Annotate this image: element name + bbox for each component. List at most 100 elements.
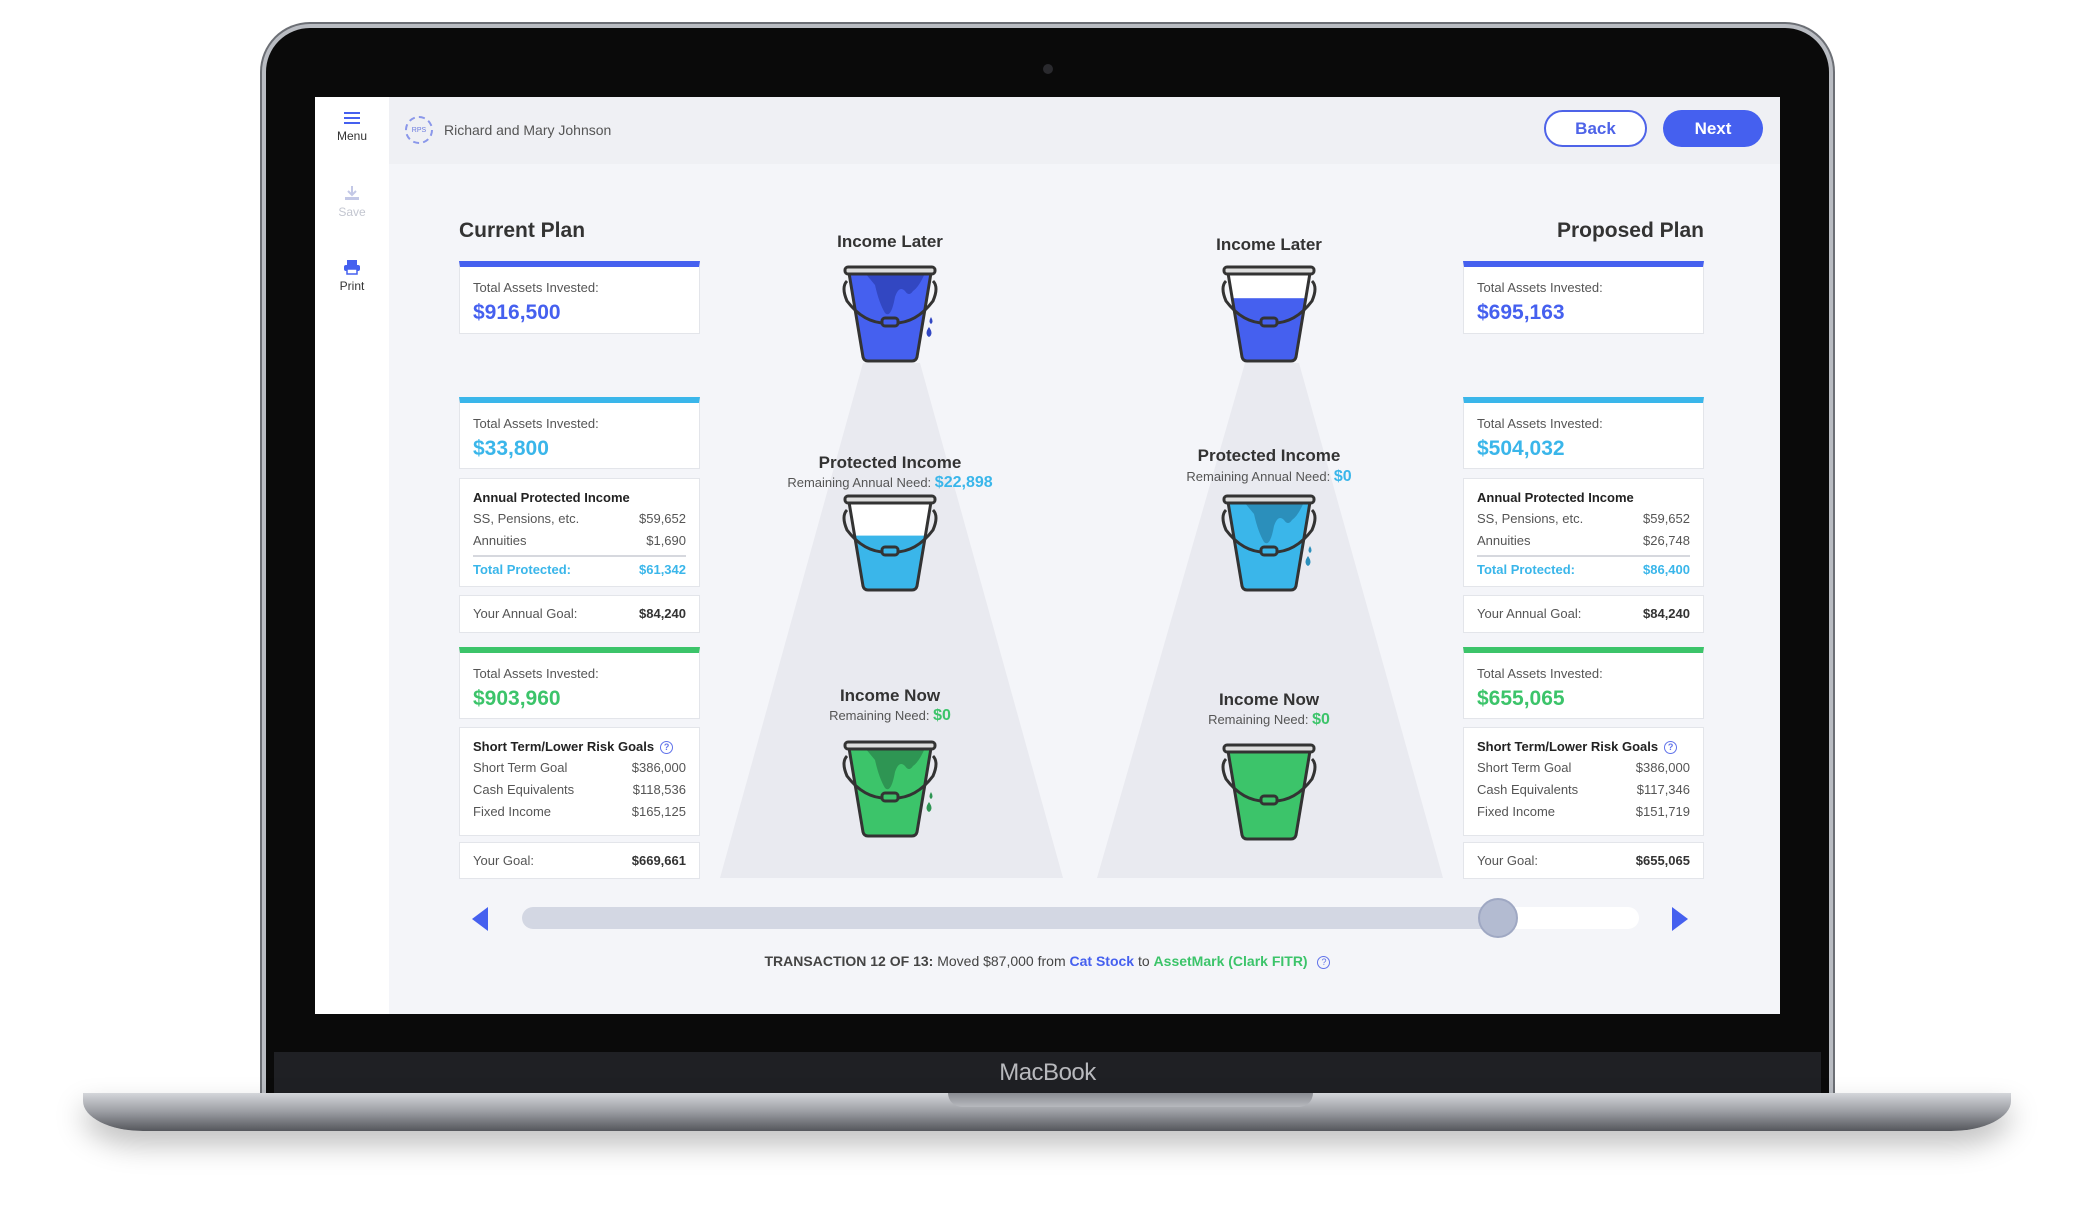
row-value: $165,125: [631, 804, 686, 819]
transaction-slider[interactable]: [522, 898, 1639, 938]
goal-row: Fixed Income $165,125: [473, 801, 686, 823]
section-title: Annual Protected Income: [473, 490, 630, 505]
goal-card: Your Goal: $655,065: [1463, 842, 1704, 879]
income-row: SS, Pensions, etc. $59,652: [473, 508, 686, 530]
assets-value: $33,800: [473, 437, 549, 460]
plan-title: Proposed Plan: [1556, 219, 1704, 242]
previous-transaction-arrow[interactable]: [468, 905, 490, 933]
assets-label: Total Assets Invested:: [1477, 416, 1603, 431]
row-label: SS, Pensions, etc.: [1477, 511, 1584, 526]
later-bucket-icon: [1214, 257, 1324, 367]
row-value: $26,748: [1643, 533, 1690, 548]
income-row: Annuities $1,690: [473, 530, 686, 552]
goal-row: Cash Equivalents $118,536: [473, 779, 686, 801]
annual-protected-income-card: Annual Protected Income SS, Pensions, etc…: [1463, 478, 1704, 587]
assets-label: Total Assets Invested:: [1477, 666, 1603, 681]
need-label: Remaining Need:: [829, 708, 930, 723]
row-label: Cash Equivalents: [1477, 782, 1579, 797]
goal-label: Your Goal:: [1477, 853, 1538, 868]
income-now-card: Total Assets Invested: $903,960: [459, 647, 700, 719]
protected-income-card: Total Assets Invested: $33,800: [459, 397, 700, 469]
header: RPS Richard and Mary Johnson Back Next: [389, 97, 1780, 164]
now-bucket-icon: [835, 732, 945, 842]
later-bucket-title: Income Later: [1216, 235, 1322, 254]
row-value: $118,536: [632, 782, 686, 797]
section-title: Short Term/Lower Risk Goals?: [1477, 739, 1690, 754]
bezel: MacBook: [274, 1052, 1821, 1094]
goal-label: Your Goal:: [473, 853, 534, 868]
need-label: Remaining Need:: [1208, 712, 1309, 727]
transaction-counter: TRANSACTION 12 OF 13:: [764, 953, 934, 969]
short-term-goals-card: Short Term/Lower Risk Goals? Short Term G…: [1463, 727, 1704, 836]
total-value: $86,400: [1643, 562, 1690, 577]
goal-label: Your Annual Goal:: [473, 606, 578, 621]
annual-goal-card: Your Annual Goal: $84,240: [1463, 595, 1704, 633]
row-label: SS, Pensions, etc.: [473, 511, 580, 526]
next-button[interactable]: Next: [1663, 110, 1763, 147]
later-bucket-icon: [835, 257, 945, 367]
from-account-link[interactable]: Cat Stock: [1070, 953, 1135, 969]
protected-bucket-title: Protected Income: [818, 453, 962, 472]
transaction-to-word: to: [1137, 953, 1150, 969]
device-label: MacBook: [999, 1059, 1096, 1086]
goal-row: Short Term Goal $386,000: [473, 757, 686, 779]
protected-income-card: Total Assets Invested: $504,032: [1463, 397, 1704, 469]
sidebar-item-menu[interactable]: Menu: [315, 111, 389, 143]
transaction-text: Moved $87,000 from: [937, 953, 1066, 969]
help-icon[interactable]: ?: [1317, 955, 1331, 969]
help-icon[interactable]: ?: [660, 740, 674, 754]
printer-icon: [315, 259, 389, 275]
later-bucket-title: Income Later: [837, 232, 943, 251]
total-label: Total Protected:: [473, 562, 571, 577]
total-protected-row: Total Protected: $86,400: [1477, 555, 1690, 581]
total-protected-row: Total Protected: $61,342: [473, 555, 686, 581]
camera: [1043, 64, 1053, 74]
menu-icon: [315, 111, 389, 125]
income-later-card: Total Assets Invested: $695,163: [1463, 261, 1704, 334]
remaining-need: Remaining Need: $0: [740, 707, 1040, 725]
annual-goal-row: Your Annual Goal: $84,240: [473, 596, 686, 632]
goal-row: Fixed Income $151,719: [1477, 801, 1690, 823]
back-button[interactable]: Back: [1544, 110, 1647, 147]
sidebar-item-label: Save: [338, 205, 366, 219]
income-row: SS, Pensions, etc. $59,652: [1477, 508, 1690, 530]
total-value: $61,342: [639, 562, 686, 577]
help-icon[interactable]: ?: [1664, 740, 1678, 754]
row-value: $59,652: [639, 511, 686, 526]
row-value: $59,652: [1643, 511, 1690, 526]
sidebar-item-print[interactable]: Print: [315, 259, 389, 293]
client-name: Richard and Mary Johnson: [444, 122, 612, 138]
assets-value: $695,163: [1477, 301, 1565, 324]
need-value: $0: [933, 707, 951, 724]
assets-label: Total Assets Invested:: [473, 416, 599, 431]
goals-title: Short Term/Lower Risk Goals: [473, 739, 655, 754]
annual-protected-income-card: Annual Protected Income SS, Pensions, etc…: [459, 478, 700, 587]
slider-thumb[interactable]: [1478, 898, 1519, 938]
sidebar: Menu Save Print: [315, 97, 389, 1014]
goal-row: Short Term Goal $386,000: [1477, 757, 1690, 779]
now-bucket-icon: [1214, 735, 1324, 845]
need-value: $0: [1312, 711, 1330, 728]
row-label: Annuities: [473, 533, 527, 548]
row-label: Cash Equivalents: [473, 782, 575, 797]
row-label: Fixed Income: [1477, 804, 1556, 819]
row-value: $386,000: [1635, 760, 1690, 775]
plan-title: Current Plan: [459, 219, 586, 242]
goal-value: $84,240: [639, 606, 686, 621]
to-account-link[interactable]: AssetMark (Clark FITR): [1154, 953, 1308, 969]
remaining-need: Remaining Annual Need: $0: [1119, 468, 1419, 486]
goals-title: Short Term/Lower Risk Goals: [1477, 739, 1659, 754]
income-row: Annuities $26,748: [1477, 530, 1690, 552]
row-label: Fixed Income: [473, 804, 552, 819]
remaining-need: Remaining Need: $0: [1119, 711, 1419, 729]
row-label: Short Term Goal: [473, 760, 568, 775]
goal-value: $84,240: [1643, 606, 1690, 621]
row-label: Short Term Goal: [1477, 760, 1572, 775]
transaction-summary: TRANSACTION 12 OF 13: Moved $87,000 from…: [315, 953, 1780, 969]
goal-label: Your Annual Goal:: [1477, 606, 1582, 621]
next-transaction-arrow[interactable]: [1670, 905, 1692, 933]
rps-logo: RPS: [405, 116, 433, 144]
annual-goal-row: Your Annual Goal: $84,240: [1477, 596, 1690, 632]
assets-value: $916,500: [473, 301, 561, 324]
row-value: $117,346: [1636, 782, 1690, 797]
